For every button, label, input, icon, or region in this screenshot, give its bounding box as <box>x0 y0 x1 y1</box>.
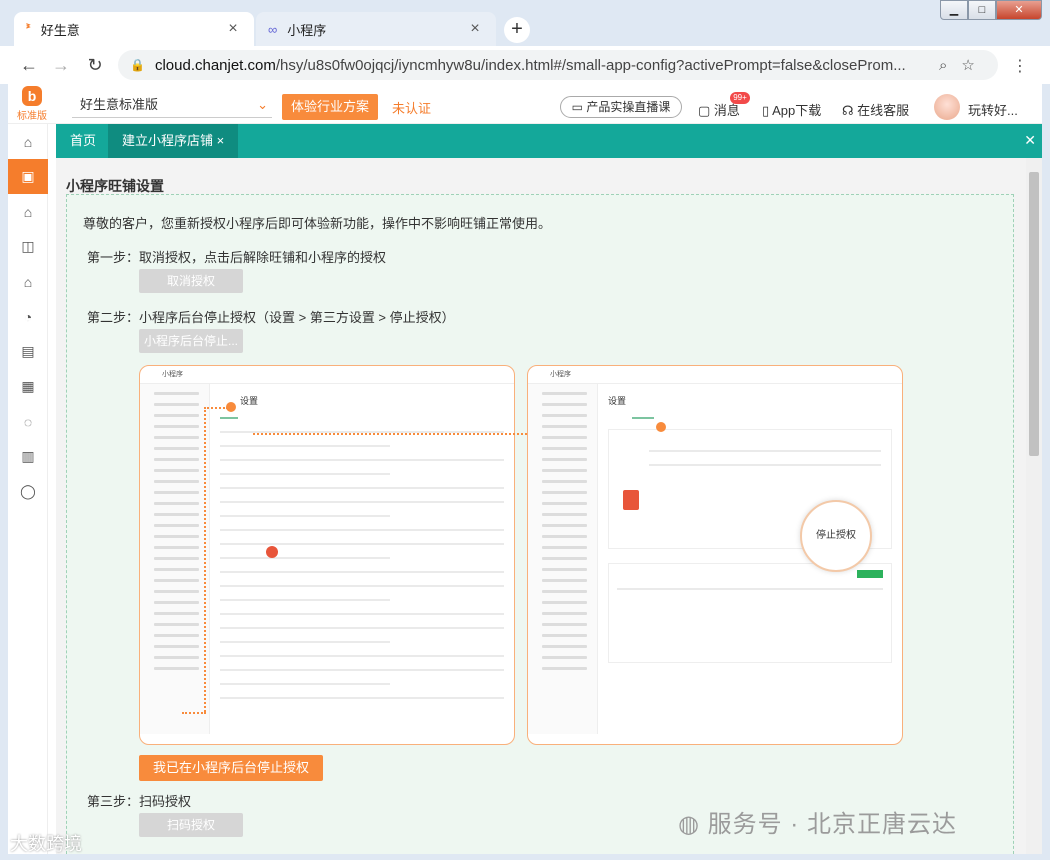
address-bar[interactable]: 🔒 cloud.chanjet.com/hsy/u8s0fw0ojqcj/iyn… <box>118 50 998 80</box>
mini-heading: 设置 <box>608 396 627 406</box>
mini-header: 小程序 <box>140 366 514 384</box>
app-logo[interactable]: b 标准版 <box>12 86 52 122</box>
headset-icon: ☊ <box>842 103 854 118</box>
mini-header: 小程序 <box>528 366 902 384</box>
phone-icon: ▯ <box>762 103 770 118</box>
scroll-thumb[interactable] <box>1029 172 1039 456</box>
tab-label: 好生意 <box>40 22 80 38</box>
messages-label: 消息 <box>713 103 740 118</box>
scan-auth-button[interactable]: 扫码授权 <box>139 813 243 837</box>
edition-select[interactable]: 好生意标准版 ⌄ <box>72 92 272 118</box>
sidebar: ⌂ ▣ ⌂ ◫ ⌂ ◔ ▤ ▦ ◌ ▥ ◯ <box>8 124 48 854</box>
chevron-down-icon: ⌄ <box>257 97 268 112</box>
illustration-stop-auth: 小程序 设置 停止授权 <box>527 365 903 745</box>
cycle-icon[interactable]: ◌ <box>8 404 48 439</box>
tv-icon: ▭ <box>571 100 583 114</box>
online-service-button[interactable]: ☊ 在线客服 <box>842 100 909 119</box>
intro-text: 尊敬的客户，您重新授权小程序后即可体验新功能，操作中不影响旺铺正常使用。 <box>83 216 552 231</box>
live-course-label: 产品实操直播课 <box>586 100 671 114</box>
tab-haoshengyi[interactable]: ᕑ 好生意 × <box>14 12 254 46</box>
app-topbar: b 标准版 好生意标准版 ⌄ 体验行业方案 未认证 ▭ 产品实操直播课 ▢ 消息… <box>8 84 1042 124</box>
cancel-auth-button[interactable]: 取消授权 <box>139 269 243 293</box>
mini-sidebar <box>528 384 598 734</box>
industry-solution-button[interactable]: 体验行业方案 <box>282 94 378 120</box>
mini-heading: 设置 <box>240 396 259 406</box>
step-marker-icon <box>656 422 666 432</box>
close-all-tabs-icon[interactable]: ✕ <box>1024 132 1036 149</box>
app-download-label: App下载 <box>772 103 822 118</box>
lock-icon: 🔒 <box>130 58 145 72</box>
forward-arrow-icon[interactable]: → <box>50 54 72 76</box>
app-favicon-icon: ᕑ <box>26 21 31 36</box>
gift-icon[interactable]: ▣ <box>8 159 48 194</box>
tab-strip: ᕑ 好生意 × ∞ 小程序 × + ▁ □ ✕ <box>0 0 1050 46</box>
new-tab-button[interactable]: + <box>504 17 530 43</box>
document-icon[interactable]: ▥ <box>8 439 48 474</box>
main-content: 小程序旺铺设置 尊敬的客户，您重新授权小程序后即可体验新功能，操作中不影响旺铺正… <box>56 158 1026 854</box>
edition-label: 好生意标准版 <box>80 97 159 112</box>
app-frame: b 标准版 好生意标准版 ⌄ 体验行业方案 未认证 ▭ 产品实操直播课 ▢ 消息… <box>8 84 1042 854</box>
money-bag-icon[interactable]: ◔ <box>8 299 48 334</box>
bag-icon[interactable]: ◫ <box>8 229 48 264</box>
zoom-search-icon[interactable]: ⌕ <box>939 57 947 74</box>
browser-menu-icon[interactable]: ⋮ <box>1012 56 1028 76</box>
message-icon: ▢ <box>698 103 711 118</box>
illustration-settings: 小程序 设置 <box>139 365 515 745</box>
step2-text: 第二步：小程序后台停止授权（设置 > 第三方设置 > 停止授权） <box>87 310 455 325</box>
tab-miniprogram[interactable]: ∞ 小程序 × <box>256 12 496 46</box>
live-course-button[interactable]: ▭ 产品实操直播课 <box>560 96 682 118</box>
step1-text: 第一步：取消授权，点击后解除旺铺和小程序的授权 <box>87 250 387 265</box>
store-icon[interactable]: ⌂ <box>8 194 48 229</box>
tab-build-miniprogram-store[interactable]: 建立小程序店铺 × <box>108 124 239 158</box>
warehouse-icon[interactable]: ⌂ <box>8 264 48 299</box>
maximize-button[interactable]: □ <box>968 0 996 20</box>
bookmark-star-icon[interactable]: ☆ <box>961 56 974 74</box>
stop-auth-backend-button[interactable]: 小程序后台停止... <box>139 329 243 353</box>
home-icon[interactable]: ⌂ <box>8 124 48 159</box>
tab-label: 小程序 <box>287 22 327 38</box>
config-panel: 尊敬的客户，您重新授权小程序后即可体验新功能，操作中不影响旺铺正常使用。 第一步… <box>66 194 1014 854</box>
back-arrow-icon[interactable]: ← <box>18 54 40 76</box>
mini-title: 小程序 <box>550 371 571 378</box>
clipboard-icon[interactable]: ▤ <box>8 334 48 369</box>
unverified-link[interactable]: 未认证 <box>392 98 431 117</box>
mini-title: 小程序 <box>162 371 183 378</box>
report-icon[interactable]: ▦ <box>8 369 48 404</box>
online-service-label: 在线客服 <box>857 103 910 118</box>
window-close-button[interactable]: ✕ <box>996 0 1042 20</box>
page-title: 小程序旺铺设置 <box>66 178 164 194</box>
browser-window: ᕑ 好生意 × ∞ 小程序 × + ▁ □ ✕ ← → ↻ 🔒 cloud.ch… <box>0 0 1050 860</box>
scrollbar[interactable] <box>1026 158 1042 854</box>
stop-auth-highlight: 停止授权 <box>800 500 872 572</box>
step3-text: 第三步：扫码授权 <box>87 794 192 809</box>
reload-icon[interactable]: ↻ <box>84 54 106 76</box>
tab-home[interactable]: 首页 <box>56 124 110 158</box>
logo-text: 标准版 <box>17 111 47 122</box>
confirm-stopped-button[interactable]: 我已在小程序后台停止授权 <box>139 755 323 781</box>
chat-icon[interactable]: ◯ <box>8 474 48 509</box>
browser-toolbar: ← → ↻ 🔒 cloud.chanjet.com/hsy/u8s0fw0ojq… <box>0 46 1050 84</box>
service-watermark: ◍ 服务号 · 北京正唐云达 <box>678 811 957 838</box>
avatar[interactable] <box>934 94 960 120</box>
mini-main: 设置 <box>220 394 504 734</box>
logo-icon: b <box>22 86 42 106</box>
app-download-button[interactable]: ▯ App下载 <box>762 100 821 119</box>
close-icon[interactable]: × <box>224 20 242 38</box>
page-tab-bar: 首页 建立小程序店铺 × ✕ <box>56 124 1042 158</box>
minimize-button[interactable]: ▁ <box>940 0 968 20</box>
url-text: cloud.chanjet.com/hsy/u8s0fw0ojqcj/iyncm… <box>154 56 906 74</box>
wechat-icon: ◍ <box>678 811 700 838</box>
message-count-badge: 99+ <box>730 92 750 104</box>
bigdata-watermark: 大数跨境 <box>10 834 82 854</box>
mini-sidebar <box>140 384 210 734</box>
user-name[interactable]: 玩转好... <box>968 100 1018 119</box>
close-icon[interactable]: × <box>466 20 484 38</box>
miniprogram-favicon-icon: ∞ <box>268 21 278 37</box>
